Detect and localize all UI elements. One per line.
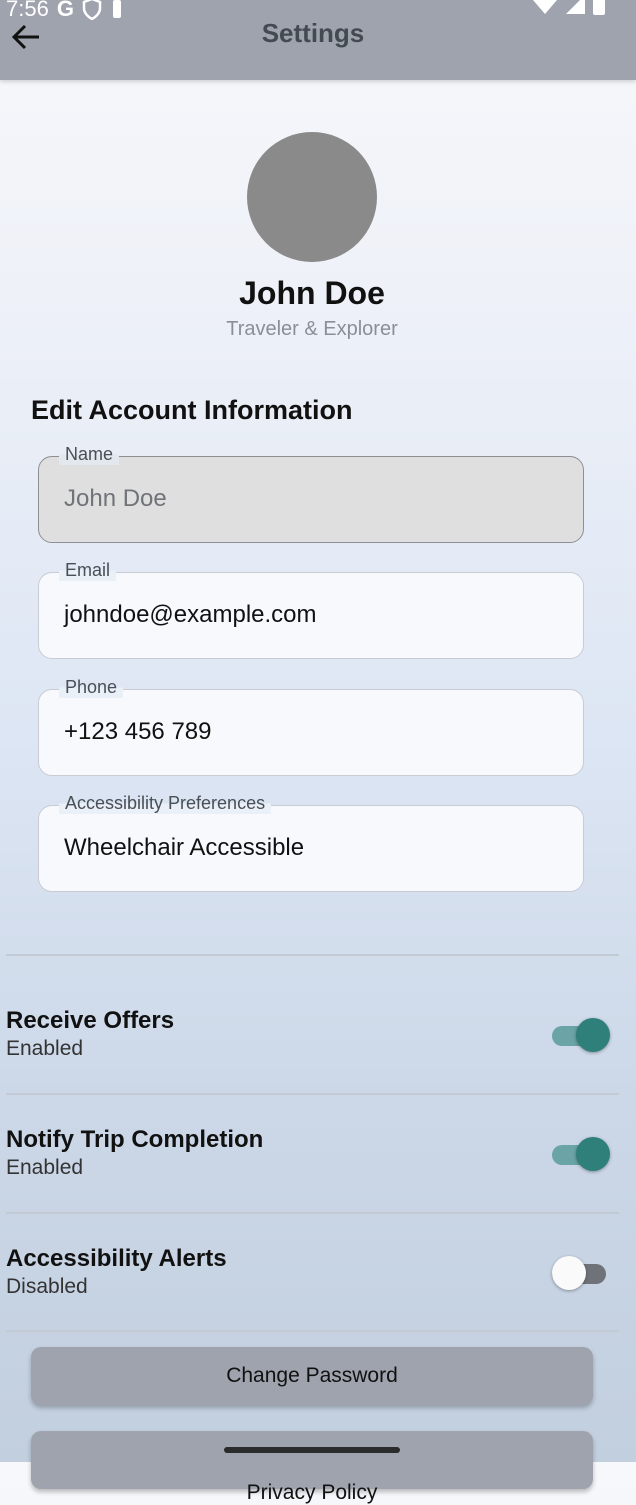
name-field: Name John Doe xyxy=(38,444,584,543)
privacy-policy-button[interactable]: Privacy Policy xyxy=(31,1431,593,1504)
battery-icon xyxy=(593,0,605,15)
phone-field-label: Phone xyxy=(59,677,124,698)
toggle-label: Receive Offers xyxy=(6,1007,175,1034)
home-indicator[interactable] xyxy=(224,1447,400,1453)
switch-thumb xyxy=(576,1137,610,1171)
wifi-icon xyxy=(533,0,557,14)
divider xyxy=(6,954,619,956)
accessibility-preferences-value: Wheelchair Accessible xyxy=(64,834,305,861)
accessibility-alerts-switch[interactable] xyxy=(552,1256,608,1292)
divider xyxy=(6,1212,619,1214)
toggle-row-notify-trip-completion: Notify Trip Completion Enabled xyxy=(6,1126,622,1206)
status-icons xyxy=(532,0,606,16)
privacy-policy-label: Privacy Policy xyxy=(246,1481,378,1504)
shield-icon xyxy=(82,0,102,20)
phone-field[interactable]: Phone +123 456 789 xyxy=(38,677,584,776)
switch-thumb xyxy=(552,1256,586,1290)
email-field-value: johndoe@example.com xyxy=(64,601,317,628)
toggle-state: Enabled xyxy=(6,1037,84,1060)
divider xyxy=(6,1330,619,1332)
email-field[interactable]: Email johndoe@example.com xyxy=(38,560,584,659)
accessibility-preferences-field[interactable]: Accessibility Preferences Wheelchair Acc… xyxy=(38,793,584,892)
toggle-label: Notify Trip Completion xyxy=(6,1126,264,1153)
section-title: Edit Account Information xyxy=(31,395,353,425)
profile-tagline: Traveler & Explorer xyxy=(226,318,398,340)
accessibility-preferences-label: Accessibility Preferences xyxy=(59,793,272,814)
toggle-row-accessibility-alerts: Accessibility Alerts Disabled xyxy=(6,1245,622,1325)
notify-trip-completion-switch[interactable] xyxy=(552,1137,610,1173)
toggle-row-receive-offers: Receive Offers Enabled xyxy=(6,1007,622,1087)
change-password-button[interactable]: Change Password xyxy=(31,1347,593,1405)
name-field-value: John Doe xyxy=(64,485,167,512)
email-field-label: Email xyxy=(59,560,117,581)
toggle-label: Accessibility Alerts xyxy=(6,1245,227,1272)
toggle-state: Enabled xyxy=(6,1156,84,1179)
receive-offers-switch[interactable] xyxy=(552,1018,610,1054)
toggle-state: Disabled xyxy=(6,1275,88,1298)
page-title: Settings xyxy=(261,18,365,48)
signal-icon xyxy=(566,0,585,14)
key-icon xyxy=(112,0,121,18)
profile-name: John Doe xyxy=(239,275,385,311)
avatar[interactable] xyxy=(247,132,377,262)
phone-field-value: +123 456 789 xyxy=(64,718,212,745)
name-field-label: Name xyxy=(59,444,120,465)
switch-thumb xyxy=(576,1018,610,1052)
app-bar: 7:56 G Settings xyxy=(0,0,636,80)
divider xyxy=(6,1093,619,1095)
